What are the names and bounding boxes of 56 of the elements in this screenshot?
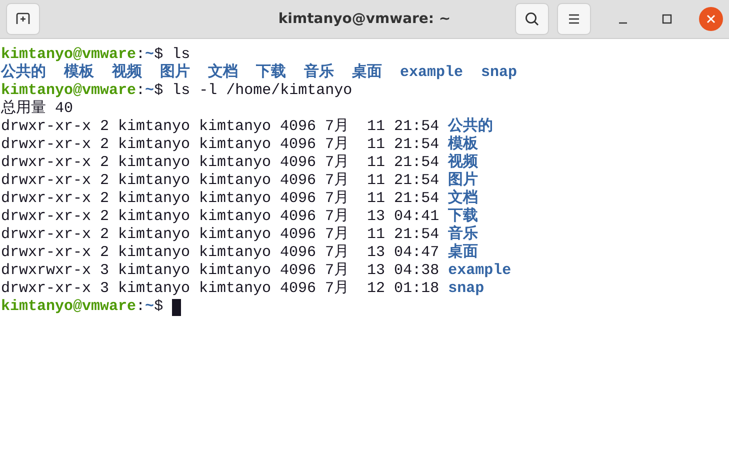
directory-name: snap: [448, 280, 484, 298]
directory-name: 文档: [448, 190, 478, 207]
file-details: drwxr-xr-x 2 kimtanyo kimtanyo 4096 7月 11 21:54: [1, 154, 440, 172]
directory-name: example: [448, 262, 512, 280]
command-text: ls -l /home/kimtanyo: [172, 82, 352, 100]
prompt-user: kimtanyo@vmware: [1, 46, 136, 63]
search-button[interactable]: [515, 3, 549, 35]
output-text: 总用量 40: [1, 100, 74, 118]
prompt-sign: $: [154, 46, 164, 64]
maximize-icon: [662, 14, 672, 24]
file-details: drwxrwxr-x 3 kimtanyo kimtanyo 4096 7月 13 04:38: [1, 262, 440, 280]
file-details: drwxr-xr-x 2 kimtanyo kimtanyo 4096 7月 11 21:54: [1, 172, 440, 190]
prompt-sign: $: [154, 298, 164, 316]
directory-name: 公共的: [1, 64, 46, 82]
directory-name: 公共的: [448, 118, 494, 136]
directory-name: 桌面: [448, 244, 478, 262]
prompt-path: ~: [145, 298, 154, 316]
directory-name: 下载: [256, 64, 286, 82]
directory-name: 图片: [160, 64, 190, 82]
prompt-colon: :: [136, 82, 146, 100]
file-details: drwxr-xr-x 2 kimtanyo kimtanyo 4096 7月 11 21:54: [1, 190, 440, 208]
directory-name: 桌面: [352, 64, 382, 82]
prompt-user: kimtanyo@vmware: [1, 298, 136, 316]
directory-name: 音乐: [448, 226, 478, 243]
command-text: ls: [172, 46, 190, 63]
directory-name: example: [400, 64, 464, 82]
directory-name: 模板: [448, 136, 478, 153]
menu-icon: [567, 13, 581, 25]
prompt-colon: :: [136, 46, 146, 64]
prompt-path: ~: [145, 46, 154, 64]
search-icon: [524, 11, 540, 27]
file-details: drwxr-xr-x 2 kimtanyo kimtanyo 4096 7月 13 04:41: [1, 208, 440, 226]
directory-name: 文档: [208, 64, 238, 82]
file-details: drwxr-xr-x 3 kimtanyo kimtanyo 4096 7月 12 01:18: [1, 280, 440, 298]
directory-name: snap: [481, 64, 518, 82]
directory-name: 音乐: [304, 64, 334, 82]
prompt-sign: $: [154, 82, 164, 100]
close-icon: [706, 14, 716, 24]
new-tab-icon: [15, 11, 31, 27]
directory-name: 图片: [448, 172, 478, 189]
new-tab-button[interactable]: [6, 3, 40, 35]
directory-name: 下载: [448, 208, 478, 225]
close-button[interactable]: [699, 7, 723, 31]
directory-name: 模板: [64, 64, 94, 82]
minimize-icon: [619, 22, 627, 24]
prompt-colon: :: [136, 298, 146, 316]
prompt-user: kimtanyo@vmware: [1, 82, 136, 100]
prompt-path: ~: [145, 82, 154, 100]
menu-button[interactable]: [557, 3, 591, 35]
file-details: drwxr-xr-x 2 kimtanyo kimtanyo 4096 7月 11 21:54: [1, 226, 440, 244]
window-title: kimtanyo@vmware: ~: [278, 11, 451, 27]
file-details: drwxr-xr-x 2 kimtanyo kimtanyo 4096 7月 11 21:54: [1, 118, 440, 136]
file-details: drwxr-xr-x 2 kimtanyo kimtanyo 4096 7月 11 21:54: [1, 136, 440, 154]
directory-name: 视频: [112, 64, 142, 82]
file-details: drwxr-xr-x 2 kimtanyo kimtanyo 4096 7月 13 04:47: [1, 244, 440, 262]
directory-name: 视频: [448, 154, 478, 171]
